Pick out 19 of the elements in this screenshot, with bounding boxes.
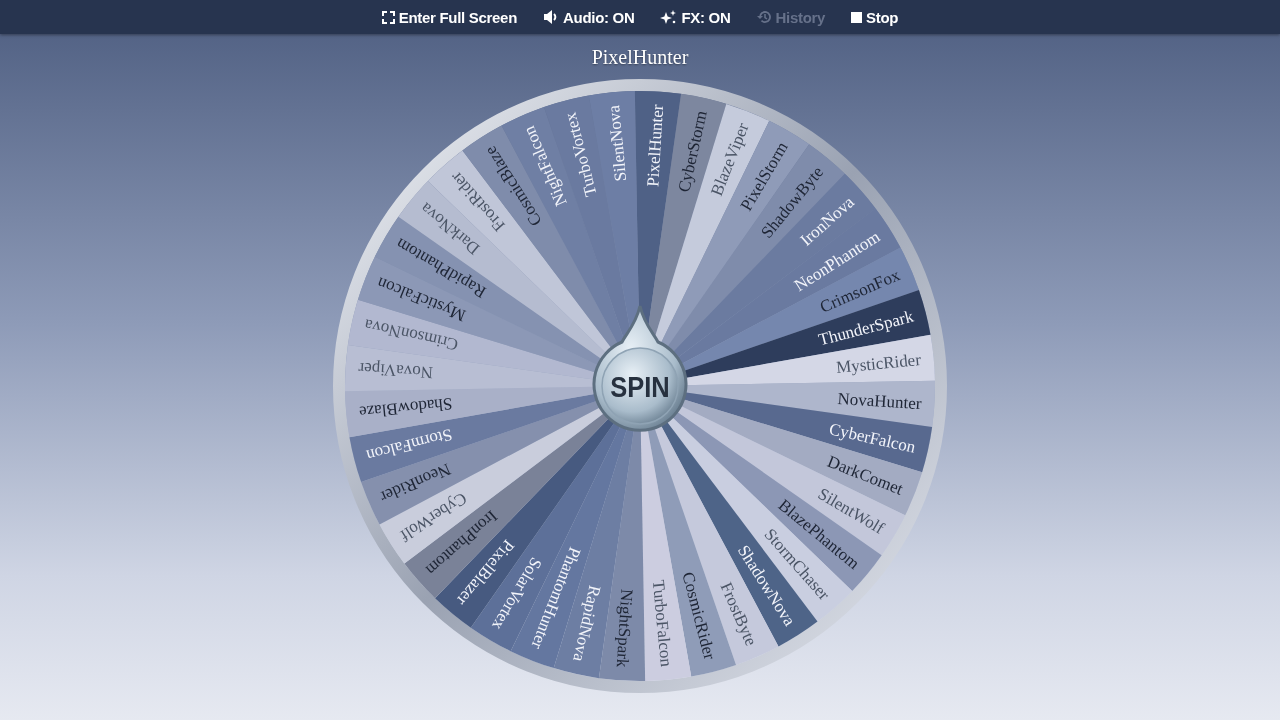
segment-label: NovaViper <box>358 358 434 383</box>
segment-label: ShadowBlaze <box>358 394 454 422</box>
segment-label: PixelHunter <box>643 104 668 188</box>
stop-icon <box>851 11 863 23</box>
segment-label: NightSpark <box>612 588 637 668</box>
fx-button[interactable]: FX: ON <box>658 6 733 28</box>
segment-label: CyberStorm <box>674 108 711 194</box>
sparkle-icon <box>660 9 678 25</box>
fullscreen-button[interactable]: Enter Full Screen <box>379 6 520 28</box>
segment-label: MysticRider <box>835 350 922 378</box>
segment-label: SilentNova <box>604 104 631 183</box>
fullscreen-icon <box>381 10 395 24</box>
segment-label: NovaHunter <box>837 389 922 414</box>
segment-label: TurboFalcon <box>648 579 676 668</box>
stop-button[interactable]: Stop <box>849 6 901 28</box>
spin-button[interactable]: SPIN <box>592 304 688 432</box>
history-icon <box>756 10 772 24</box>
audio-button[interactable]: Audio: ON <box>541 6 637 28</box>
wheel-title: PixelHunter <box>591 46 689 69</box>
